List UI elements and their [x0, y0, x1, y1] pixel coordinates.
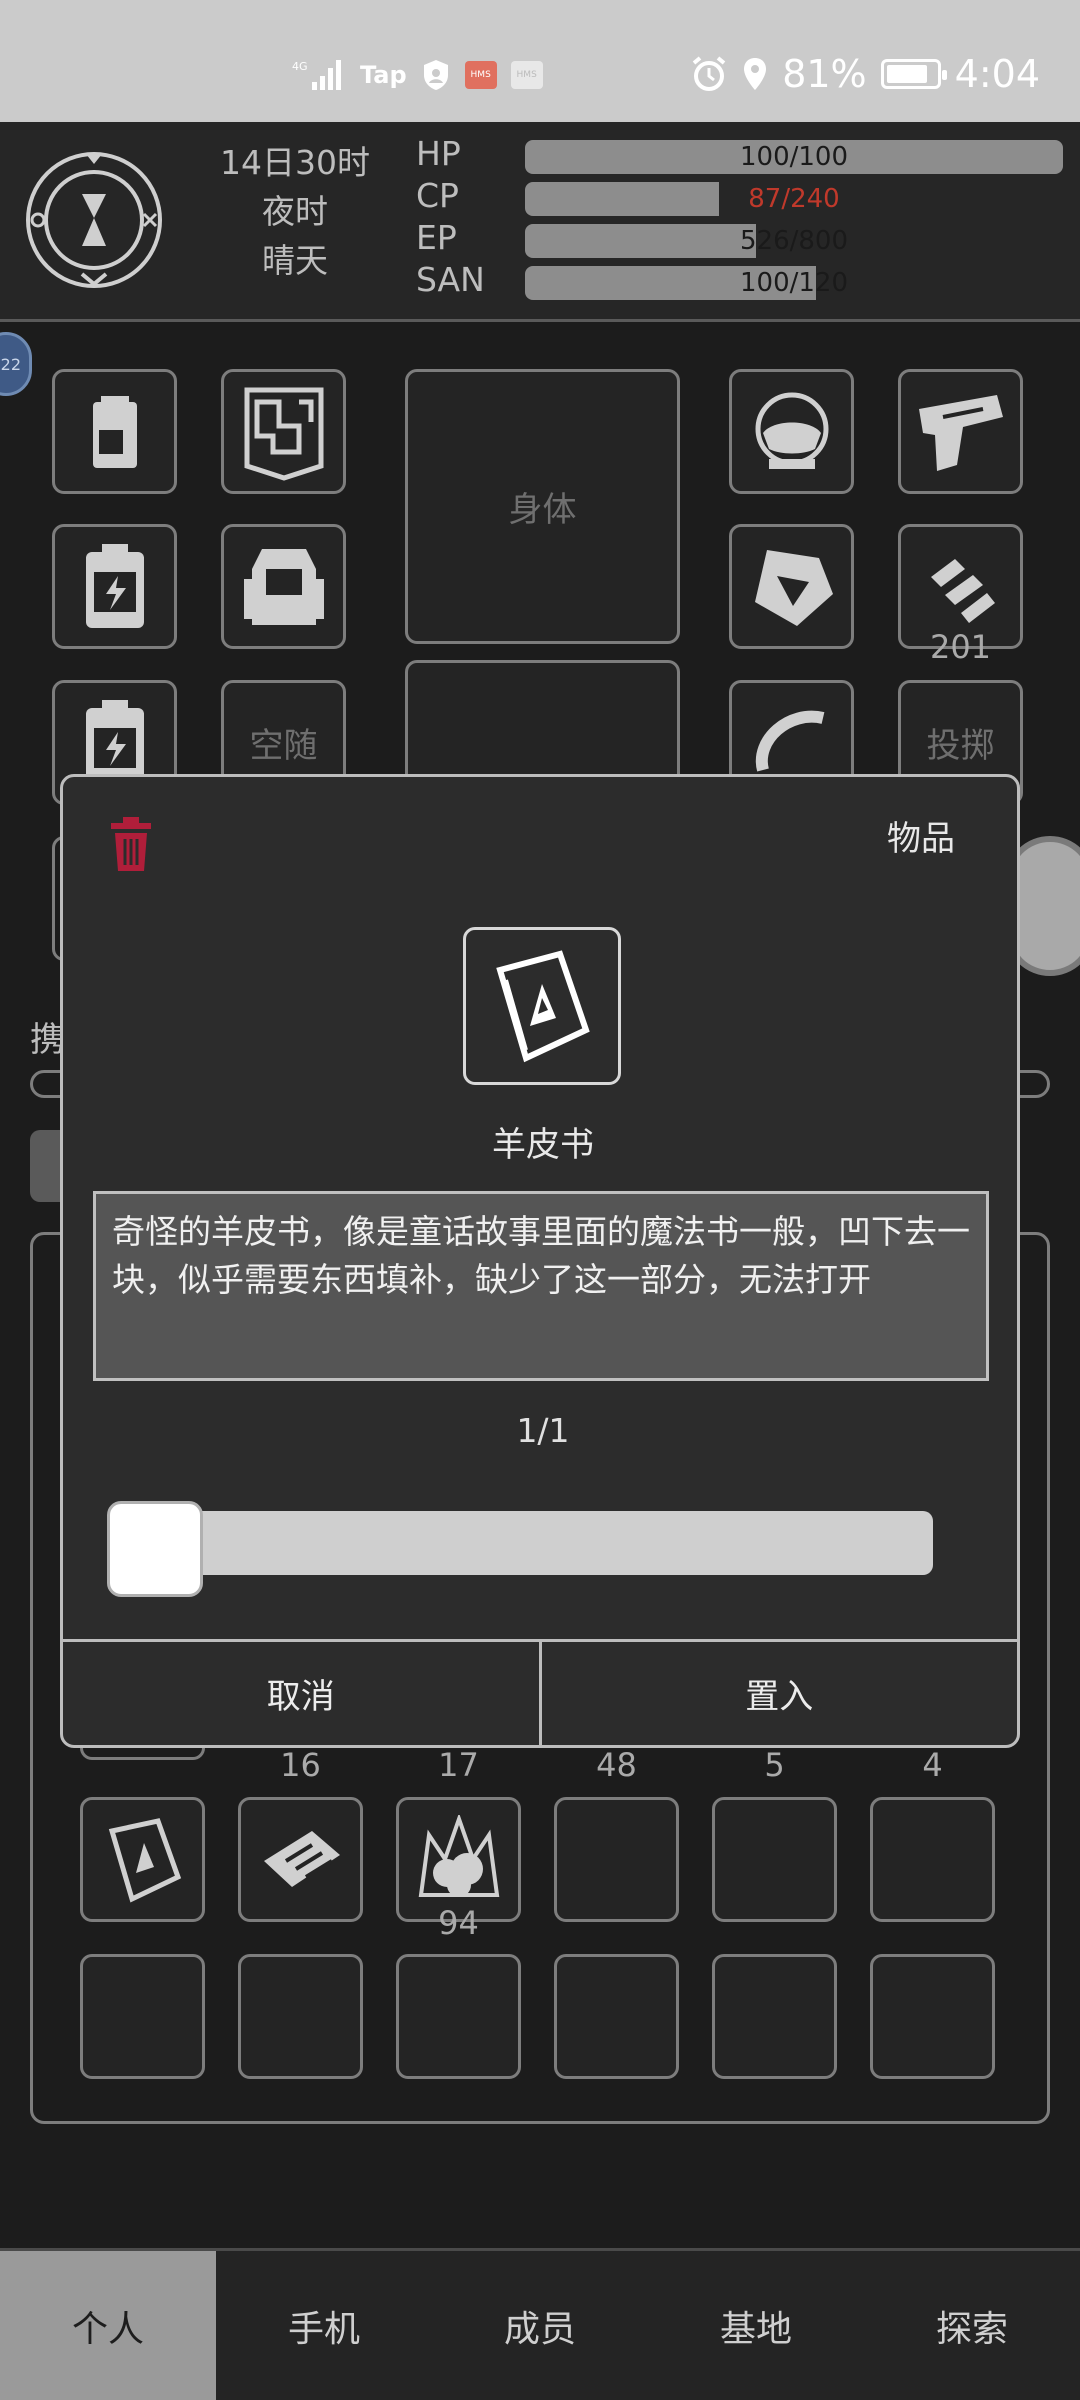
carry-label: 携	[30, 1020, 64, 1060]
tab-explore[interactable]: 探索	[864, 2251, 1080, 2400]
inventory-slot-empty-7[interactable]	[554, 1954, 679, 2079]
side-badge[interactable]: 22	[0, 332, 32, 396]
inventory-slot-empty-6[interactable]	[396, 1954, 521, 2079]
inventory-count-3: 48	[596, 1746, 637, 1784]
inventory-count-5: 4	[922, 1746, 943, 1784]
empty-slot-label: 空随	[249, 726, 318, 766]
status-right-icons: 81% 4:04	[690, 52, 1040, 96]
inventory-slot-empty-3[interactable]	[870, 1797, 995, 1922]
bullets-icon	[921, 547, 1001, 627]
inventory-slot-empty-8[interactable]	[712, 1954, 837, 2079]
hms-secondary-icon: HMS	[510, 61, 543, 89]
cube-gem-icon	[747, 542, 837, 632]
parchment-book-icon	[98, 1815, 188, 1905]
battery-percent: 81%	[782, 52, 867, 96]
bracelet-icon	[749, 700, 835, 786]
hp-bar: 100/100	[525, 140, 1063, 174]
tab-members[interactable]: 成员	[432, 2251, 648, 2400]
weapon-slot[interactable]	[898, 369, 1023, 494]
status-hud: 14日30时 夜时 晴天 HP 100/100 CP 87/240 EP 526…	[0, 122, 1080, 322]
backpack-icon	[236, 539, 332, 635]
tab-base[interactable]: 基地	[648, 2251, 864, 2400]
shield-user-icon	[421, 58, 451, 92]
pistol-icon	[913, 387, 1009, 477]
cp-label: CP	[416, 176, 459, 215]
hourglass-dial-icon[interactable]	[24, 150, 164, 290]
body-slot-label: 身体	[508, 490, 577, 530]
inventory-slot-empty-2[interactable]	[712, 1797, 837, 1922]
battery-icon	[880, 59, 947, 89]
inventory-count-1: 16	[280, 1746, 321, 1784]
inventory-slot-chip[interactable]	[238, 1797, 363, 1922]
tap-app-icon: Tap	[360, 61, 407, 89]
parchment-book-icon	[482, 946, 602, 1066]
power-cell-slot[interactable]	[52, 524, 177, 649]
san-value: 100/120	[739, 268, 848, 298]
cancel-button[interactable]: 取消	[63, 1642, 539, 1745]
clock-time: 4:04	[954, 52, 1040, 96]
helmet-icon	[749, 389, 835, 475]
location-icon	[742, 56, 768, 92]
period: 夜时	[262, 192, 328, 231]
throw-slot-label: 投掷	[926, 726, 995, 766]
power-cell-icon	[80, 542, 150, 632]
inventory-count-2: 17	[438, 1746, 479, 1784]
inventory-count-4: 5	[764, 1746, 785, 1784]
san-bar: 100/120	[525, 266, 1063, 300]
ep-label: EP	[416, 218, 457, 257]
item-preview	[463, 927, 621, 1085]
alarm-icon	[690, 55, 728, 93]
hp-value: 100/100	[739, 142, 848, 172]
status-left-icons: 4G Tap HMS HMS	[292, 58, 543, 92]
weather: 晴天	[262, 241, 328, 280]
hms-icon: HMS	[464, 61, 497, 89]
ep-bar: 526/800	[525, 224, 1063, 258]
armor-plate-icon	[239, 382, 329, 482]
inventory-count-fire: 94	[438, 1904, 479, 1942]
body-slot[interactable]: 身体	[405, 369, 680, 644]
chip-icon	[256, 1825, 346, 1895]
trash-icon[interactable]	[109, 817, 153, 873]
side-badge-text: 22	[0, 354, 21, 374]
ammo-count: 201	[929, 628, 992, 666]
helmet-slot[interactable]	[729, 369, 854, 494]
svg-text:4G: 4G	[292, 60, 308, 73]
hp-label: HP	[416, 134, 461, 173]
day-hour: 14日30时	[220, 143, 370, 182]
inventory-slot-empty-5[interactable]	[238, 1954, 363, 2079]
game-time: 14日30时 夜时 晴天	[210, 138, 380, 285]
battery-item-icon	[85, 392, 145, 472]
san-label: SAN	[416, 260, 485, 299]
tab-personal[interactable]: 个人	[0, 2251, 216, 2400]
bottom-nav: 个人 手机 成员 基地 探索	[0, 2248, 1080, 2400]
cp-value: 87/240	[748, 184, 840, 214]
inventory-slot-parchment[interactable]	[80, 1797, 205, 1922]
signal-icon: 4G	[292, 58, 346, 92]
gem-slot[interactable]	[729, 524, 854, 649]
dialog-footer: 取消 置入	[63, 1639, 1017, 1745]
armor-map-slot[interactable]	[221, 369, 346, 494]
inventory-slot-empty-1[interactable]	[554, 1797, 679, 1922]
battery-slot[interactable]	[52, 369, 177, 494]
item-name: 羊皮书	[492, 1125, 594, 1165]
inventory-slot-empty-4[interactable]	[80, 1954, 205, 2079]
status-bar: 4G Tap HMS HMS 81% 4:04	[0, 0, 1080, 122]
ep-value: 526/800	[739, 226, 848, 256]
inventory-slot-empty-9[interactable]	[870, 1954, 995, 2079]
fire-cloud-icon	[411, 1814, 507, 1905]
cp-bar: 87/240	[525, 182, 1063, 216]
tab-phone[interactable]: 手机	[216, 2251, 432, 2400]
quantity-label: 1/1	[516, 1411, 570, 1450]
item-detail-dialog: 物品 羊皮书 奇怪的羊皮书，像是童话故事里面的魔法书一般，凹下去一块，似乎需要东…	[60, 774, 1020, 1748]
quantity-slider-track[interactable]	[109, 1511, 933, 1575]
place-button[interactable]: 置入	[538, 1642, 1018, 1745]
quantity-slider-thumb[interactable]	[107, 1501, 203, 1597]
item-category: 物品	[887, 819, 955, 859]
backpack-slot[interactable]	[221, 524, 346, 649]
item-description: 奇怪的羊皮书，像是童话故事里面的魔法书一般，凹下去一块，似乎需要东西填补，缺少了…	[93, 1191, 989, 1381]
